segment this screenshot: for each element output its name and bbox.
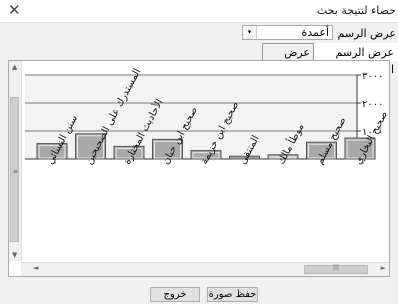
save-image-button[interactable]: حفظ صورة [207,287,258,302]
chart-type-value: أعمدة [301,26,329,39]
chevron-down-icon[interactable]: ▾ [243,26,257,39]
scroll-up-icon[interactable]: ▲ [12,63,17,71]
horizontal-scrollbar[interactable]: ◄ ||| ► [21,262,389,276]
grip-icon: ≡ [13,168,19,175]
horizontal-scroll-thumb[interactable]: ||| [304,264,368,274]
window-title: حصاء لنتيجة بحث [316,4,396,17]
chart-pane: ▲ ≡ ▼ ٠ ١٠٠٠ ٢٠٠٠ ٣٠٠٠ سنن النسائي المستدرك ع… [8,60,390,277]
bar-chart: ٠١٠٠٠٢٠٠٠٣٠٠٠سنن النسائي المستدرك على الص… [25,67,389,166]
tab-chart-view[interactable]: عرض الرسم التوضيحي [313,43,398,76]
title-bar: ✕ حصاء لنتيجة بحث [0,0,398,23]
tab-table-view[interactable]: عرض جدولي [262,43,314,76]
view-tabs: عرض الرسم التوضيحي عرض جدولي [0,43,398,76]
scroll-right-icon[interactable]: ► [381,264,386,272]
scroll-left-icon[interactable]: ◄ [33,264,38,272]
chart-type-select[interactable]: ▾ أعمدة [242,25,333,40]
chart-type-label: عرض الرسم [337,27,396,40]
statistics-window: ✕ حصاء لنتيجة بحث عرض الرسم ▾ أعمدة عرض … [0,0,398,304]
scroll-down-icon[interactable]: ▼ [12,251,17,259]
close-icon[interactable]: ✕ [8,1,21,19]
y-tick-label: ٢٠٠٠ [362,99,383,110]
grip-icon: ||| [333,264,340,271]
vertical-scroll-thumb[interactable]: ≡ [10,97,19,242]
y-tick-label: ٣٠٠٠ [362,71,383,82]
exit-button[interactable]: خروج [150,287,200,302]
